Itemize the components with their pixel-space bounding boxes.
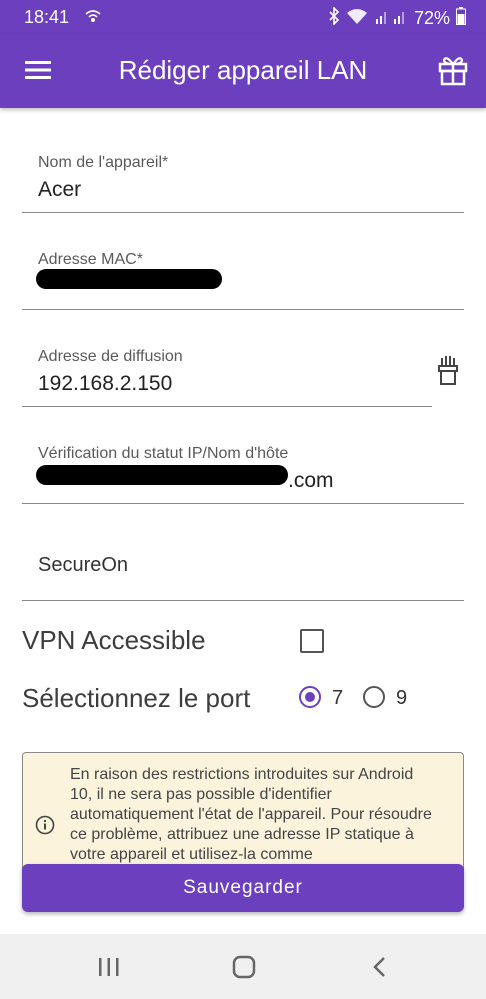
bluetooth-icon [328,6,340,30]
system-nav-bar [0,934,486,999]
port-label: Sélectionnez le port [22,683,251,713]
notice-text: En raison des restrictions introduites s… [70,766,432,863]
port-option-7-label: 7 [332,687,344,709]
wifi-icon [346,7,368,30]
home-icon[interactable] [229,952,259,982]
gift-icon[interactable] [438,54,468,86]
port-radio-9[interactable] [363,686,385,708]
save-button[interactable]: Sauvegarder [22,864,464,912]
broadcast-address-value: 192.168.2.150 [38,372,173,395]
mac-address-field[interactable]: Adresse MAC* [22,213,464,310]
status-check-suffix: .com [288,469,334,492]
mac-address-label: Adresse MAC* [38,251,143,268]
broadcast-address-label: Adresse de diffusion [38,348,183,365]
device-name-label: Nom de l'appareil* [38,154,169,171]
status-check-field[interactable]: Vérification du statut IP/Nom d'hôte .co… [22,407,464,504]
info-icon [35,815,55,835]
broadcast-address-field[interactable]: Adresse de diffusion 192.168.2.150 [22,310,432,407]
status-bar: 18:41 72% [0,0,486,34]
vpn-checkbox[interactable] [300,629,324,653]
battery-percent: 72% [413,8,450,28]
mac-address-redacted [36,269,222,289]
status-check-label: Vérification du statut IP/Nom d'hôte [38,445,289,462]
device-name-value: Acer [38,178,82,201]
back-icon[interactable] [365,952,395,982]
secureon-field[interactable]: SecureOn [22,504,464,601]
status-check-redacted [36,465,288,485]
lookup-icon[interactable] [437,356,459,386]
page-title: Rédiger appareil LAN [118,55,368,85]
signal-icon [374,7,408,30]
status-time: 18:41 [24,7,70,27]
port-option-9-label: 9 [396,687,408,709]
app-bar: Rédiger appareil LAN [0,34,486,108]
battery-icon [456,7,466,30]
vpn-label: VPN Accessible [22,625,206,655]
wifi-calling-icon [84,8,102,29]
device-name-field[interactable]: Nom de l'appareil* Acer [22,116,464,213]
port-radio-7[interactable] [299,686,321,708]
recent-apps-icon[interactable] [94,952,124,982]
secureon-placeholder: SecureOn [38,554,129,576]
